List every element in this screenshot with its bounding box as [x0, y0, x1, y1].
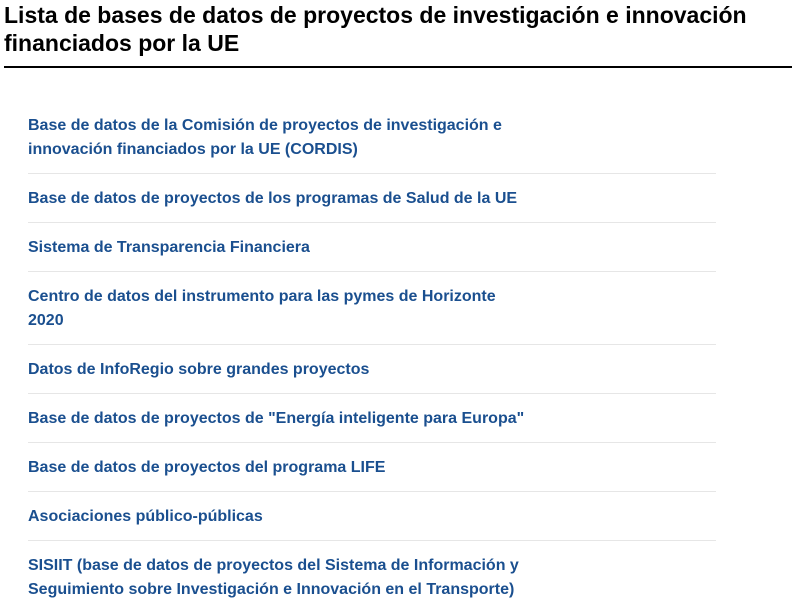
- list-item: Base de datos de proyectos del programa …: [28, 443, 716, 492]
- list-item: Datos de InfoRegio sobre grandes proyect…: [28, 345, 716, 394]
- list-item: Centro de datos del instrumento para las…: [28, 272, 716, 345]
- title-divider: [4, 66, 792, 68]
- link-health-programme-projects[interactable]: Base de datos de proyectos de los progra…: [28, 187, 528, 211]
- list-item: Base de datos de proyectos de los progra…: [28, 174, 716, 223]
- link-life-programme-projects[interactable]: Base de datos de proyectos del programa …: [28, 456, 528, 480]
- list-item: Asociaciones público-públicas: [28, 492, 716, 541]
- list-item: SISIIT (base de datos de proyectos del S…: [28, 541, 716, 613]
- link-trimis[interactable]: SISIIT (base de datos de proyectos del S…: [28, 554, 528, 602]
- list-item: Base de datos de proyectos de "Energía i…: [28, 394, 716, 443]
- link-inforegio-major-projects[interactable]: Datos de InfoRegio sobre grandes proyect…: [28, 358, 528, 382]
- link-cordis[interactable]: Base de datos de la Comisión de proyecto…: [28, 114, 528, 162]
- list-item: Sistema de Transparencia Financiera: [28, 223, 716, 272]
- link-intelligent-energy-europe[interactable]: Base de datos de proyectos de "Energía i…: [28, 407, 528, 431]
- database-link-list: Base de datos de la Comisión de proyecto…: [28, 101, 716, 613]
- link-public-public-partnerships[interactable]: Asociaciones público-públicas: [28, 505, 528, 529]
- list-item: Base de datos de la Comisión de proyecto…: [28, 101, 716, 174]
- link-financial-transparency-system[interactable]: Sistema de Transparencia Financiera: [28, 236, 528, 260]
- link-sme-instrument-data-hub[interactable]: Centro de datos del instrumento para las…: [28, 285, 528, 333]
- page-title: Lista de bases de datos de proyectos de …: [4, 2, 747, 56]
